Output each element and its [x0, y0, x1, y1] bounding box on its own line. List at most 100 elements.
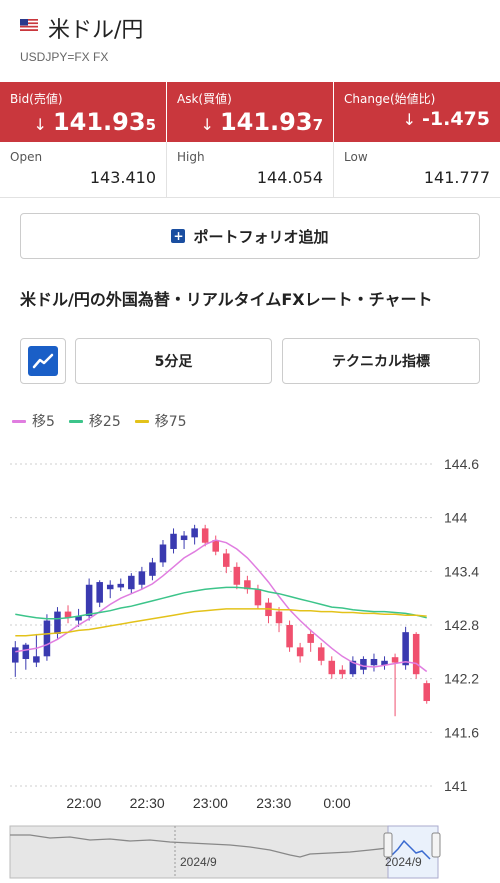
bid-value-last: 5 — [145, 116, 156, 134]
legend-item-ma75[interactable]: 移75 — [134, 411, 187, 431]
plus-icon: + — [171, 229, 186, 243]
x-tick-label: 23:00 — [193, 795, 228, 811]
candle-body — [275, 611, 283, 624]
candle-body — [223, 553, 230, 567]
change-value-text: -1.475 — [422, 108, 490, 130]
add-portfolio-button[interactable]: + ポートフォリオ追加 — [20, 213, 480, 259]
us-flag-icon — [20, 19, 38, 31]
add-portfolio-label: ポートフォリオ追加 — [193, 227, 329, 246]
change-label: Change(始値比) — [344, 92, 436, 106]
ask-value-last: 7 — [312, 116, 323, 134]
candle-body — [117, 583, 125, 588]
header: 米ドル/円 USDJPY=FX FX — [0, 0, 500, 80]
candle-body — [54, 611, 61, 634]
candle-body — [138, 571, 146, 585]
quote-row: Bid(売値) ↓ 141.93 5 Ask(買値) ↓ 141.93 7 Ch… — [0, 82, 500, 142]
candle-body — [33, 656, 40, 663]
navigator-label: 2024/9 — [180, 855, 217, 869]
candle-body — [96, 582, 103, 603]
chart-legend: 移5 移25 移75 — [12, 412, 201, 430]
ma-line — [15, 539, 428, 673]
legend-label: 移25 — [88, 414, 121, 430]
candle-body — [339, 669, 346, 675]
candle-body — [233, 566, 241, 585]
bid-value: ↓ 141.93 5 — [34, 108, 156, 136]
bid-value-main: 141.93 — [52, 108, 146, 136]
line-chart-icon — [28, 346, 58, 376]
candle-body — [286, 625, 293, 648]
candle-body — [317, 647, 325, 661]
legend-item-ma25[interactable]: 移25 — [68, 411, 121, 431]
open-label: Open — [10, 150, 43, 164]
legend-label: 移5 — [32, 414, 55, 430]
ask-value: ↓ 141.93 7 — [201, 108, 323, 136]
low-value: 141.777 — [423, 168, 490, 187]
interval-button[interactable]: 5分足 — [75, 338, 272, 384]
bid-cell: Bid(売値) ↓ 141.93 5 — [0, 82, 167, 142]
change-value: ↓ -1.475 — [403, 108, 490, 130]
navigator-label: 2024/9 — [385, 855, 422, 869]
navigator-handle-right[interactable] — [431, 832, 441, 858]
x-tick-label: 22:30 — [130, 795, 165, 811]
legend-item-ma5[interactable]: 移5 — [12, 411, 55, 431]
high-value: 144.054 — [256, 168, 323, 187]
candle-body — [159, 544, 167, 563]
open-value: 143.410 — [89, 168, 156, 187]
technical-indicator-button[interactable]: テクニカル指標 — [282, 338, 480, 384]
chart-toolbar: 5分足 テクニカル指標 — [20, 338, 480, 384]
low-cell: Low 141.777 — [334, 142, 500, 197]
y-tick-label: 144 — [444, 510, 468, 526]
y-tick-label: 142.2 — [444, 671, 479, 687]
candle-body — [149, 562, 156, 576]
low-label: Low — [344, 150, 368, 164]
y-tick-label: 143.4 — [444, 563, 479, 579]
candle-body — [402, 632, 409, 666]
legend-swatch — [134, 419, 149, 423]
candle-body — [307, 633, 314, 643]
candlestick-chart[interactable]: 144.6 144 143.4 142.8 142.2 141.6 141 22:00 22:3… — [0, 440, 500, 820]
candle-body — [360, 658, 367, 670]
candle-body — [423, 683, 430, 702]
ask-label: Ask(買値) — [177, 92, 232, 106]
candle-body — [43, 620, 51, 657]
down-arrow-icon: ↓ — [402, 110, 417, 129]
x-tick-label: 0:00 — [323, 795, 350, 811]
candle-body — [370, 658, 378, 666]
section-title: 米ドル/円の外国為替・リアルタイムFXレート・チャート — [20, 290, 433, 309]
navigator-background — [9, 825, 431, 879]
candle-body — [85, 584, 93, 617]
symbol-subtitle: USDJPY=FX FX — [20, 50, 109, 64]
ma-line — [15, 608, 427, 637]
stat-row: Open 143.410 High 144.054 Low 141.777 — [0, 142, 500, 198]
candle-body — [22, 644, 30, 659]
x-tick-label: 22:00 — [66, 795, 101, 811]
candle-body — [106, 584, 114, 590]
x-tick-label: 23:30 — [256, 795, 291, 811]
y-tick-label: 144.6 — [444, 456, 479, 472]
candle-body — [12, 647, 19, 663]
candle-body — [328, 660, 336, 675]
candle-body — [412, 633, 420, 675]
candle-body — [296, 647, 304, 657]
ask-value-main: 141.93 — [219, 108, 313, 136]
y-tick-label: 141.6 — [444, 724, 479, 740]
y-tick-label: 142.8 — [444, 617, 479, 633]
high-label: High — [177, 150, 205, 164]
open-cell: Open 143.410 — [0, 142, 167, 197]
legend-label: 移75 — [154, 414, 187, 430]
high-cell: High 144.054 — [167, 142, 334, 197]
bid-label: Bid(売値) — [10, 92, 63, 106]
navigator-handle-left[interactable] — [383, 832, 393, 858]
candle-body — [254, 589, 262, 606]
candle-body — [191, 528, 198, 538]
legend-swatch — [12, 419, 26, 423]
chart-type-button[interactable] — [20, 338, 66, 384]
range-navigator[interactable]: 2024/9 2024/9 — [0, 823, 500, 883]
candle-body — [180, 535, 188, 541]
page-title: 米ドル/円 — [48, 18, 144, 43]
candle-body — [391, 657, 399, 663]
down-arrow-icon: ↓ — [200, 115, 214, 134]
ask-cell: Ask(買値) ↓ 141.93 7 — [167, 82, 334, 142]
candle-body — [170, 533, 177, 549]
candle-body — [128, 575, 135, 590]
